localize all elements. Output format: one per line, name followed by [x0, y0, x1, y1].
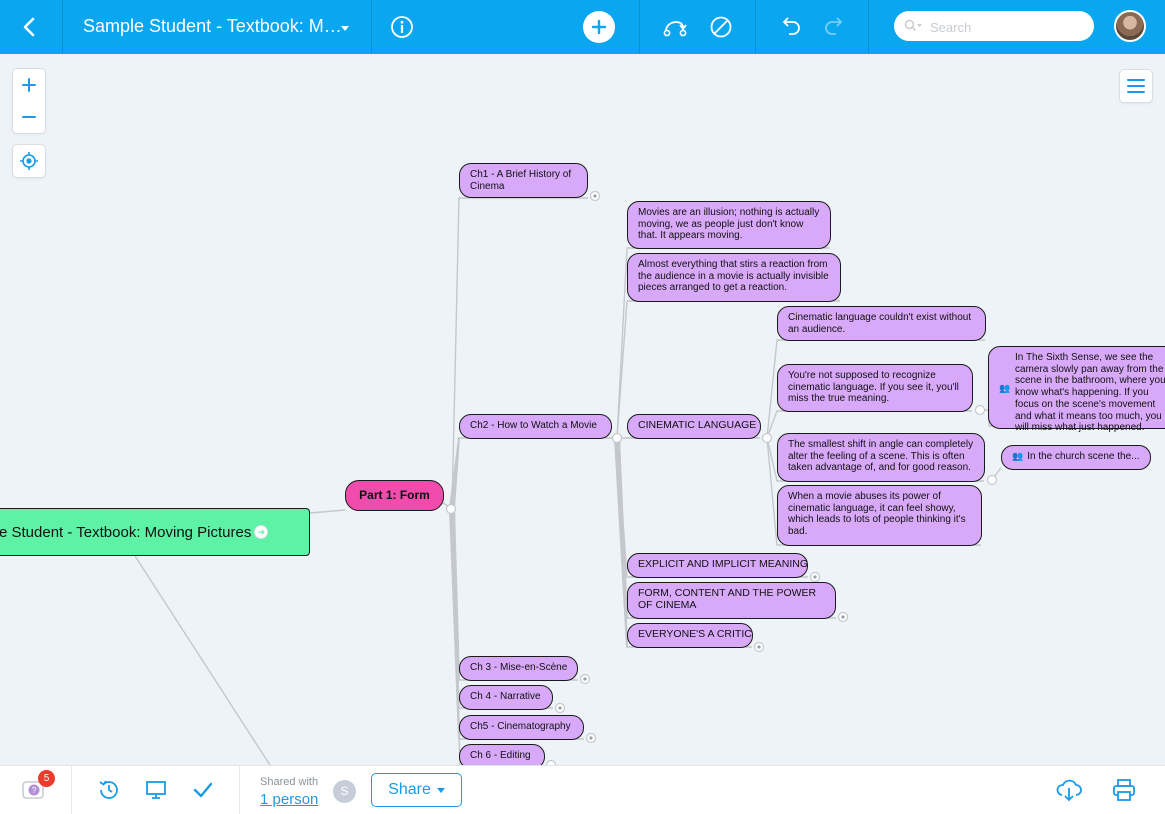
export-button[interactable]	[1055, 776, 1083, 804]
share-button-label: Share	[388, 781, 431, 798]
zoom-controls	[12, 68, 46, 134]
history-button[interactable]	[95, 776, 123, 804]
chapter-node-ch2[interactable]: Ch2 - How to Watch a Movie	[459, 414, 612, 439]
relation-button[interactable]	[656, 8, 694, 46]
topic-label: EXPLICIT AND IMPLICIT MEANING	[638, 558, 808, 570]
people-icon: 👥	[999, 383, 1011, 393]
zoom-out-button[interactable]	[13, 101, 45, 133]
example-label: In The Sixth Sense, we see the camera sl…	[1015, 352, 1165, 434]
example-label: In the church scene the...	[1027, 451, 1140, 462]
chapter-node-ch4[interactable]: Ch 4 - Narrative	[459, 685, 553, 710]
example-node-sixth-sense[interactable]: 👥 In The Sixth Sense, we see the camera …	[988, 346, 1165, 433]
chapter-node-ch1[interactable]: Ch1 - A Brief History of Cinema	[459, 163, 588, 198]
undo-button[interactable]	[771, 8, 809, 46]
print-icon	[1113, 779, 1135, 801]
topic-label: CINEMATIC LANGUAGE	[638, 419, 757, 431]
help-count-badge: 5	[38, 770, 55, 787]
part-topic[interactable]: Part 1: Form	[345, 480, 444, 511]
history-icon	[99, 780, 118, 799]
root-topic[interactable]: e Student - Textbook: Moving Pictures ➔	[0, 508, 310, 556]
subtopic-label: The smallest shift in angle can complete…	[788, 439, 974, 474]
checkmark-icon	[193, 782, 213, 798]
task-mode-button[interactable]	[189, 776, 217, 804]
toolbar-divider	[371, 0, 372, 54]
redo-icon	[825, 17, 843, 35]
search-box[interactable]	[894, 11, 1094, 41]
chapter-node-ch5[interactable]: Ch5 - Cinematography	[459, 715, 584, 740]
topic-label: FORM, CONTENT AND THE POWER OF CINEMA	[638, 587, 817, 611]
subtopic-label: Cinematic language couldn't exist withou…	[788, 312, 972, 335]
chapter-label: Ch 3 - Mise-en-Scène	[470, 662, 568, 673]
chapter-label: Ch2 - How to Watch a Movie	[470, 420, 597, 431]
toolbar-divider	[639, 0, 640, 54]
bottom-divider	[71, 766, 72, 814]
svg-text:?: ?	[32, 786, 37, 795]
boundary-button[interactable]	[702, 8, 740, 46]
undo-icon	[782, 17, 800, 35]
outline-menu-button[interactable]	[1119, 69, 1153, 103]
chapter-label: Ch5 - Cinematography	[470, 721, 571, 732]
share-button[interactable]: Share	[371, 773, 462, 807]
root-topic-label: e Student - Textbook: Moving Pictures	[0, 523, 252, 541]
shared-count-link[interactable]: 1 person	[260, 791, 318, 808]
relation-icon	[663, 21, 687, 37]
example-node-church[interactable]: 👥 In the church scene the...	[1001, 445, 1151, 470]
arrow-right-icon[interactable]: ➔	[254, 525, 269, 539]
plus-icon	[591, 19, 607, 35]
topic-node-explicit-implicit[interactable]: EXPLICIT AND IMPLICIT MEANING	[627, 553, 808, 578]
topic-node-form-content[interactable]: FORM, CONTENT AND THE POWER OF CINEMA	[627, 582, 836, 619]
subtopic-node-abuses[interactable]: When a movie abuses its power of cinemat…	[777, 485, 982, 546]
back-button[interactable]	[10, 8, 48, 46]
plus-icon	[22, 78, 36, 92]
topic-node-cinematic-language[interactable]: CINEMATIC LANGUAGE	[627, 414, 761, 439]
caret-down-icon[interactable]	[340, 19, 350, 37]
caret-down-icon	[436, 787, 445, 793]
redo-button[interactable]	[816, 8, 854, 46]
search-input[interactable]	[928, 16, 1082, 38]
outline-menu-icon	[1127, 79, 1145, 93]
subtopic-label: When a movie abuses its power of cinemat…	[788, 491, 966, 538]
topic-label: EVERYONE'S A CRITIC	[638, 628, 752, 640]
info-icon	[391, 16, 413, 38]
collaborator-avatar[interactable]: S	[333, 780, 356, 803]
subtopic-node-smallest-shift[interactable]: The smallest shift in angle can complete…	[777, 433, 985, 482]
chapter-label: Ch 6 - Editing	[470, 750, 531, 761]
avatar[interactable]	[1114, 10, 1146, 42]
shared-with-label: Shared with	[260, 776, 319, 788]
presentation-button[interactable]	[142, 776, 170, 804]
info-button[interactable]	[383, 8, 421, 46]
document-title[interactable]: Sample Student - Textbook: M…	[83, 16, 342, 37]
presentation-icon	[146, 781, 166, 799]
chapter-label: Ch 4 - Narrative	[470, 691, 541, 702]
topic-node-invisible[interactable]: Almost everything that stirs a reaction …	[627, 253, 841, 302]
toolbar-divider	[62, 0, 63, 54]
cloud-download-icon	[1056, 779, 1082, 802]
no-entry-icon	[710, 16, 732, 38]
subtopic-node-not-supposed[interactable]: You're not supposed to recognize cinemat…	[777, 364, 973, 412]
locate-icon	[20, 152, 38, 170]
people-icon: 👥	[1012, 451, 1024, 461]
subtopic-node-audience[interactable]: Cinematic language couldn't exist withou…	[777, 306, 986, 341]
chapter-node-ch3[interactable]: Ch 3 - Mise-en-Scène	[459, 656, 578, 681]
topic-label: Movies are an illusion; nothing is actua…	[638, 207, 820, 242]
chapter-label: Ch1 - A Brief History of Cinema	[470, 169, 572, 192]
search-icon	[904, 19, 922, 32]
top-toolbar: Sample Student - Textbook: M…	[0, 0, 1165, 54]
topic-label: Almost everything that stirs a reaction …	[638, 259, 829, 294]
print-button[interactable]	[1110, 776, 1138, 804]
part-topic-label: Part 1: Form	[359, 487, 430, 502]
minus-icon	[22, 116, 36, 118]
toolbar-divider	[755, 0, 756, 54]
subtopic-label: You're not supposed to recognize cinemat…	[788, 370, 959, 405]
toolbar-divider	[868, 0, 869, 54]
topic-node-critic[interactable]: EVERYONE'S A CRITIC	[627, 623, 753, 648]
bottom-toolbar: ? 5 Shared with 1 person S Share	[0, 765, 1165, 814]
topic-node-illusion[interactable]: Movies are an illusion; nothing is actua…	[627, 201, 831, 249]
chevron-left-icon	[23, 17, 35, 37]
add-topic-button[interactable]	[580, 8, 618, 46]
center-map-button[interactable]	[12, 144, 46, 178]
bottom-divider	[239, 766, 240, 814]
zoom-in-button[interactable]	[13, 69, 45, 101]
